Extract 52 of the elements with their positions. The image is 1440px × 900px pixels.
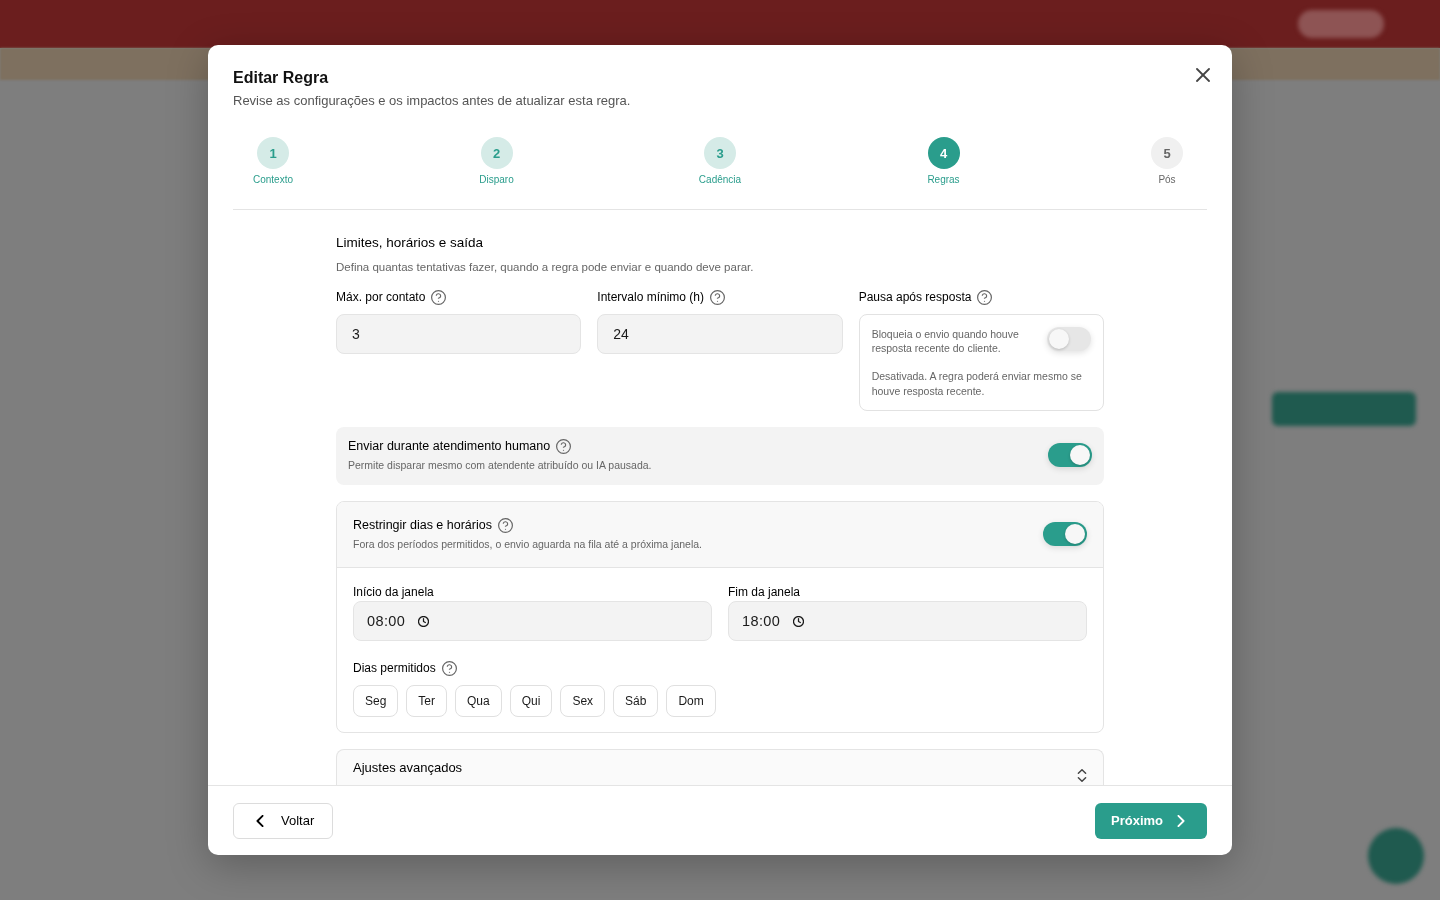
number-input[interactable]: 3: [336, 314, 582, 354]
help-icon[interactable]: [431, 289, 447, 305]
toggle-switch[interactable]: [1043, 522, 1087, 546]
card-title: Restringir dias e horários: [353, 517, 492, 533]
day-chip[interactable]: Ter: [406, 685, 448, 717]
section-title: Limites, horários e saída: [336, 234, 484, 252]
card-description: Permite disparar mesmo com atendente atribuído ou IA pausada.: [348, 458, 652, 472]
day-chip[interactable]: Dom: [666, 685, 716, 717]
step-circle[interactable]: 5: [1151, 137, 1183, 169]
help-icon[interactable]: [556, 438, 572, 454]
field-label: Início da janela: [353, 585, 434, 599]
back-button[interactable]: Voltar: [233, 802, 333, 839]
dialog-subtitle: Revise as configurações e os impactos antes de atualizar esta regra.: [233, 92, 631, 110]
chevron-up-down-icon: [1077, 769, 1087, 782]
help-icon[interactable]: [441, 660, 457, 676]
time-input[interactable]: 18:00: [728, 601, 1087, 641]
field-label: Fim da janela: [728, 585, 801, 599]
toggle-switch[interactable]: [1048, 443, 1092, 467]
field-label: Máx. por contato: [336, 289, 426, 305]
step-label: Contexto: [253, 174, 293, 186]
time-input[interactable]: 08:00: [353, 601, 712, 641]
pause-description: Bloqueia o envio quando houve resposta recente do cliente.: [871, 327, 1020, 355]
help-icon[interactable]: [977, 289, 993, 305]
day-chip[interactable]: Sex: [560, 685, 606, 717]
clock-icon: [418, 615, 430, 627]
card-title: Enviar durante atendimento humano: [348, 438, 551, 454]
dialog-title: Editar Regra: [233, 68, 329, 88]
field-label: Dias permitidos: [353, 661, 436, 675]
card-description: Fora dos períodos permitidos, o envio aguarda na fila até a próxima janela.: [353, 537, 703, 551]
day-chip[interactable]: Qua: [455, 685, 502, 717]
toggle-switch[interactable]: [1047, 327, 1091, 351]
blurred-disc: [1368, 828, 1424, 884]
help-icon[interactable]: [710, 289, 726, 305]
field-label: Pausa após resposta: [858, 289, 972, 305]
day-chip[interactable]: Qui: [509, 685, 553, 717]
chevron-right-icon: [1175, 814, 1187, 827]
help-icon[interactable]: [497, 517, 513, 533]
step-label: Disparo: [479, 174, 514, 186]
step-label: Regras: [927, 174, 960, 186]
step-label: Pós: [1158, 174, 1176, 186]
field-label: Intervalo mínimo (h): [597, 289, 705, 305]
day-chip[interactable]: Seg: [353, 685, 399, 717]
number-input[interactable]: 24: [597, 314, 843, 354]
chevron-left-icon: [254, 814, 266, 827]
pause-status-text: Desativada. A regra poderá enviar mesmo se houve resposta recente.: [871, 369, 1083, 399]
close-icon: [1196, 68, 1210, 82]
step-label: Cadência: [698, 174, 742, 186]
day-chip[interactable]: Sáb: [613, 685, 659, 717]
close-button[interactable]: [1193, 65, 1213, 85]
section-description: Defina quantas tentativas fazer, quando a regra pode enviar e quando deve parar.: [336, 260, 754, 275]
clock-icon: [793, 615, 805, 627]
advanced-settings-header[interactable]: Ajustes avançados: [336, 749, 1104, 785]
